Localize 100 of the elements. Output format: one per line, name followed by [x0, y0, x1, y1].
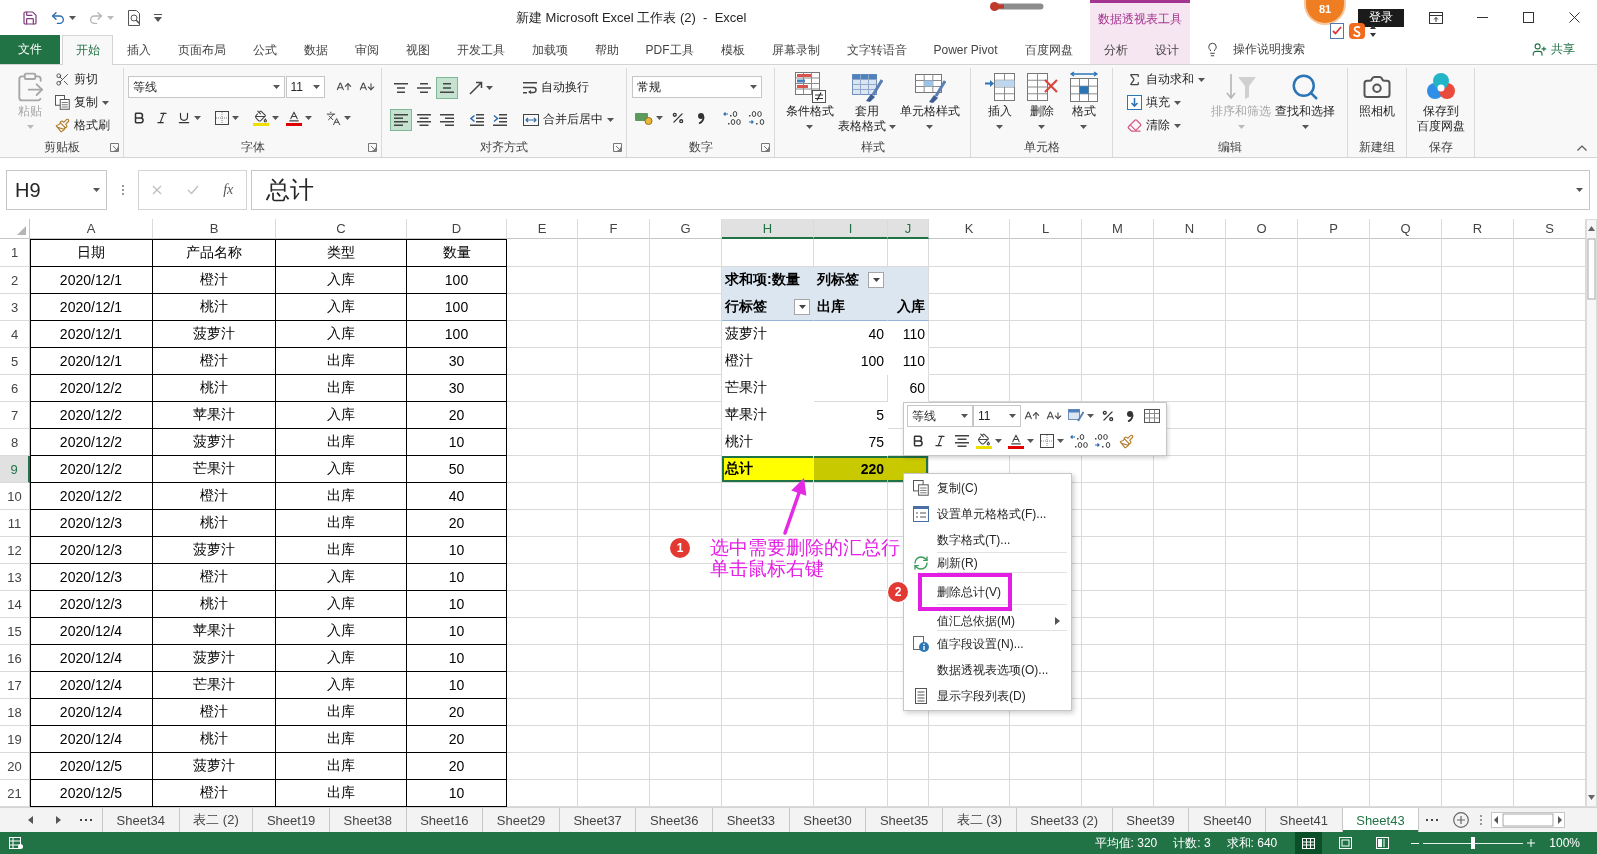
plus-icon [1527, 839, 1536, 847]
column-header[interactable]: H [722, 219, 814, 239]
cut-button[interactable]: 剪切 [51, 68, 114, 91]
align-left-button[interactable] [390, 108, 412, 131]
fill-color-button[interactable] [973, 430, 1005, 452]
zoom-in-button[interactable] [1527, 836, 1536, 850]
clear-button[interactable]: 清除 [1123, 114, 1209, 137]
font-name-dropdown[interactable]: 等线 [127, 76, 285, 98]
column-header[interactable]: L [1010, 219, 1082, 239]
menu-item[interactable]: 复制(C) [904, 475, 1071, 501]
menu-item[interactable]: 值汇总依据(M) [904, 611, 1071, 631]
ribbon-tab[interactable]: 设计 [1141, 35, 1192, 65]
column-header[interactable]: E [507, 219, 578, 239]
column-header[interactable]: I [814, 219, 888, 239]
ribbon-tab[interactable]: PDF工具 [632, 35, 707, 65]
ribbon-tab[interactable]: 视图 [392, 35, 443, 65]
ribbon-tab[interactable]: 页面布局 [164, 35, 239, 65]
ribbon-tab[interactable]: 屏幕录制 [758, 35, 833, 65]
tell-me-button[interactable]: 操作说明搜索 [1205, 41, 1305, 58]
ribbon-tab[interactable]: 加载项 [518, 35, 581, 65]
save-to-cloud-button[interactable]: 保存到 百度网盘 [1414, 68, 1467, 134]
filter-dropdown-button[interactable] [868, 272, 884, 288]
menu-item[interactable]: 数字格式(T)... [904, 527, 1071, 553]
column-header[interactable]: O [1226, 219, 1298, 239]
insert-cells-button[interactable]: 插入 [978, 68, 1021, 134]
ribbon-tab[interactable]: 文字转语音 [833, 35, 920, 65]
column-header[interactable]: R [1442, 219, 1514, 239]
column-header[interactable]: D [407, 219, 507, 239]
ribbon-tab[interactable]: 百度网盘 [1011, 35, 1087, 65]
ribbon-tab[interactable]: 模板 [707, 35, 758, 65]
font-size-dropdown[interactable]: 11 [973, 405, 1021, 427]
caret-icon [312, 85, 320, 89]
column-header[interactable]: G [650, 219, 722, 239]
sign-in-button[interactable]: 登录 [1358, 8, 1404, 27]
ribbon-tab[interactable]: 开发工具 [443, 35, 518, 65]
filter-dropdown-button[interactable] [794, 299, 810, 315]
column-header[interactable]: M [1082, 219, 1154, 239]
column-header[interactable]: P [1298, 219, 1370, 239]
formula-field[interactable]: 总计 [251, 170, 1590, 210]
new-sheet-button[interactable] [1451, 810, 1472, 830]
ribbon-tab[interactable]: 审阅 [341, 35, 392, 65]
sheet-tab[interactable]: Sheet43 [1342, 808, 1420, 832]
ribbon-tab[interactable]: 帮助 [581, 35, 632, 65]
table-cell: 10 [407, 564, 507, 591]
camera-button[interactable]: 照相机 [1356, 68, 1398, 119]
fill-button[interactable]: 填充 [1123, 91, 1209, 114]
column-header[interactable]: C [276, 219, 407, 239]
find-select-button[interactable]: 查找和选择 [1273, 68, 1337, 134]
font-size-dropdown[interactable]: 11 [285, 76, 325, 98]
dialog-launcher-button[interactable] [613, 142, 622, 152]
format-cells-button[interactable]: 格式 [1062, 68, 1105, 134]
zoom-slider-thumb[interactable] [1471, 837, 1476, 849]
row-header[interactable]: 9 [0, 456, 30, 483]
cell-styles-button[interactable]: 单元格样式 [897, 68, 962, 134]
font-name-dropdown[interactable]: 等线 [907, 405, 973, 427]
ribbon-tab[interactable]: 公式 [239, 35, 290, 65]
ribbon-tab[interactable]: 开始 [62, 35, 113, 65]
ribbon-tab[interactable]: 分析 [1090, 35, 1141, 65]
autosum-button[interactable]: 自动求和 [1123, 68, 1209, 91]
column-header[interactable]: A [30, 219, 153, 239]
table-cell: 菠萝汁 [153, 429, 276, 456]
table-cell: 出库 [276, 510, 407, 537]
column-header[interactable]: S [1514, 219, 1586, 239]
file-tab[interactable]: 文件 [0, 35, 60, 64]
menu-item[interactable]: 显示字段列表(D) [904, 683, 1071, 709]
dialog-launcher-button[interactable] [110, 142, 119, 152]
ribbon-tab[interactable]: 数据 [290, 35, 341, 65]
caret-icon [926, 124, 933, 129]
column-header[interactable]: J [888, 219, 929, 239]
menu-item[interactable]: 数据透视表选项(O)... [904, 657, 1071, 683]
caret-icon [1576, 188, 1583, 192]
group-label: 剪贴板 [43, 138, 80, 156]
ribbon-tab[interactable]: Power Pivot [920, 35, 1012, 65]
column-header[interactable]: Q [1370, 219, 1442, 239]
column-header[interactable]: F [578, 219, 650, 239]
increase-decimal-icon [723, 111, 741, 125]
number-format-dropdown[interactable]: 常规 [632, 76, 762, 98]
wrap-text-button[interactable]: 自动换行 [519, 76, 593, 99]
column-header[interactable]: K [929, 219, 1010, 239]
format-as-table-button[interactable]: 套用 表格格式 [835, 68, 898, 134]
ribbon-tab[interactable]: 插入 [113, 35, 164, 65]
menu-item[interactable]: 刷新(R) [904, 553, 1071, 573]
menu-item[interactable]: 设置单元格格式(F)... [904, 501, 1071, 527]
format-painter-button[interactable]: 格式刷 [51, 114, 114, 137]
zoom-level-button[interactable]: 100% [1549, 836, 1580, 850]
normal-view-button[interactable] [1295, 832, 1323, 854]
column-header[interactable]: B [153, 219, 276, 239]
table-resize-icon [1067, 71, 1100, 103]
name-box[interactable]: H9 [6, 170, 107, 210]
lightbulb-icon [1205, 42, 1220, 57]
align-bottom-button[interactable] [436, 76, 458, 99]
copy-button[interactable]: 复制 [51, 91, 114, 114]
dialog-launcher-button[interactable] [761, 142, 770, 152]
menu-item[interactable]: 值字段设置(N)... [904, 631, 1071, 657]
dialog-launcher-button[interactable] [368, 142, 377, 152]
conditional-formatting-button[interactable]: 条件格式 [783, 68, 836, 134]
delete-cells-button[interactable]: 删除 [1020, 68, 1063, 134]
share-button[interactable]: 共享 [1532, 41, 1575, 58]
merge-center-button[interactable]: 合并后居中 [519, 108, 618, 131]
column-header[interactable]: N [1154, 219, 1226, 239]
